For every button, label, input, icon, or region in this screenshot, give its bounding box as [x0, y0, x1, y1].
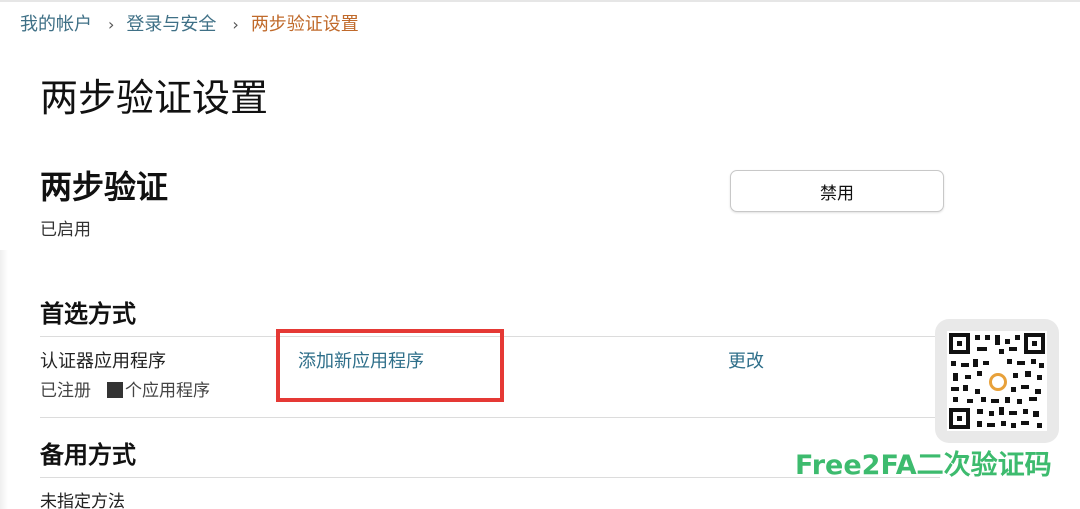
breadcrumb-current: 两步验证设置 — [250, 14, 359, 35]
backup-method-text: 未指定方法 — [40, 492, 125, 509]
backup-method-heading: 备用方式 — [40, 441, 136, 469]
page-title: 两步验证设置 — [40, 76, 269, 120]
registered-apps-detail: 已注册 个应用程序 — [40, 379, 210, 403]
apps-count-label: 个应用程序 — [125, 381, 210, 401]
qr-finder-pattern — [949, 333, 970, 354]
breadcrumb-separator-icon: › — [108, 15, 115, 34]
breadcrumb-login-security[interactable]: 登录与安全 — [126, 14, 216, 35]
authenticator-app-label: 认证器应用程序 — [40, 351, 166, 372]
preferred-method-heading: 首选方式 — [40, 300, 136, 328]
highlight-annotation-box — [276, 329, 504, 402]
registered-label: 已注册 — [40, 381, 91, 401]
qr-code-icon — [947, 331, 1047, 431]
watermark-brand-text: Free2FA二次验证码 — [795, 450, 1052, 481]
page: 我的帐户 › 登录与安全 › 两步验证设置 两步验证设置 两步验证 已启用 禁用 首选方… — [0, 0, 1080, 509]
breadcrumb-my-account[interactable]: 我的帐户 — [20, 14, 92, 35]
change-link[interactable]: 更改 — [728, 349, 764, 375]
breadcrumb-separator-icon: › — [232, 15, 239, 34]
left-edge-shadow — [0, 250, 8, 509]
two-step-heading: 两步验证 — [40, 168, 169, 206]
qr-finder-pattern — [949, 408, 970, 429]
qr-logo-icon — [989, 373, 1007, 391]
breadcrumb: 我的帐户 › 登录与安全 › 两步验证设置 — [20, 13, 359, 37]
qr-finder-pattern — [1024, 333, 1045, 354]
disable-button[interactable]: 禁用 — [730, 170, 944, 212]
two-step-status: 已启用 — [40, 220, 91, 240]
qr-code-card — [935, 319, 1059, 443]
redacted-count-block — [107, 382, 123, 398]
divider — [40, 417, 940, 418]
top-border — [0, 0, 1080, 2]
